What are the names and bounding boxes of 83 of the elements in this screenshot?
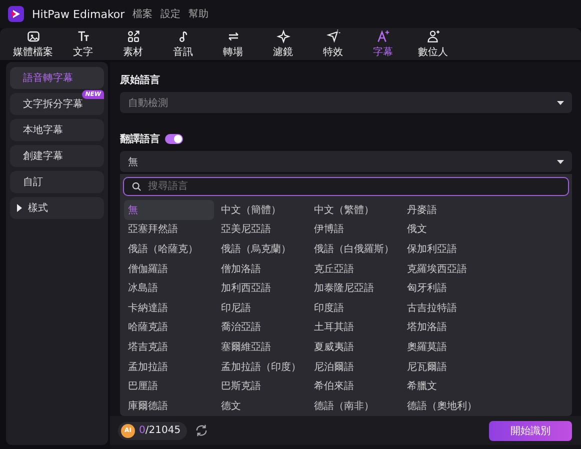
language-option[interactable]: 古吉拉特語	[403, 298, 493, 318]
language-option[interactable]: 俄語（白俄羅斯）	[310, 239, 400, 259]
sidebar-group[interactable]: 樣式	[10, 197, 104, 219]
language-option[interactable]: 塔加洛語	[403, 318, 493, 338]
language-option[interactable]: 加利西亞語	[217, 278, 307, 298]
language-option[interactable]: 德語（南非）	[310, 396, 400, 416]
sparkle-icon	[276, 29, 290, 44]
person-icon	[426, 29, 440, 44]
toolbar-tab[interactable]: 轉場	[208, 28, 258, 60]
language-option[interactable]: 伊博語	[310, 220, 400, 240]
search-icon	[132, 182, 141, 191]
sidebar-item[interactable]: 本地字幕	[10, 119, 104, 141]
toolbar-tab[interactable]: 文字	[58, 28, 108, 60]
language-option[interactable]: 僧加洛語	[217, 258, 307, 278]
menu-item[interactable]: 檔案	[132, 7, 153, 21]
language-option[interactable]: 僧伽羅語	[124, 258, 214, 278]
language-option[interactable]: 保加利亞語	[403, 239, 493, 259]
sidebar-item[interactable]: 自訂	[10, 171, 104, 193]
toolbar-tab[interactable]: 媒體檔案	[8, 28, 58, 60]
language-option[interactable]: 庫爾德語	[124, 396, 214, 416]
language-option[interactable]: 無	[124, 200, 214, 220]
language-option[interactable]: 德文	[217, 396, 307, 416]
language-option[interactable]: 希臘文	[403, 376, 493, 396]
language-option[interactable]: 印尼語	[217, 298, 307, 318]
toolbar-tab[interactable]: 特效	[308, 28, 358, 60]
language-option[interactable]: 巴斯克語	[217, 376, 307, 396]
caret-down-icon	[557, 160, 564, 164]
language-option[interactable]: 夏威夷語	[310, 337, 400, 357]
section-label: 翻譯語言	[120, 132, 160, 146]
pointer-icon	[326, 29, 340, 44]
text-icon	[76, 29, 90, 44]
language-option[interactable]: 巴厘語	[124, 376, 214, 396]
language-option[interactable]: 印度語	[310, 298, 400, 318]
language-option[interactable]: 喬治亞語	[217, 318, 307, 338]
language-option[interactable]: 克羅埃西亞語	[403, 258, 493, 278]
start-button[interactable]: 開始識別	[489, 420, 572, 440]
language-option[interactable]: 希伯來語	[310, 376, 400, 396]
target-language-dropdown[interactable]: 無	[120, 151, 572, 172]
language-option[interactable]: 塞爾維亞語	[217, 337, 307, 357]
language-option[interactable]: 哈薩克語	[124, 318, 214, 338]
language-option[interactable]: 亞塞拜然語	[124, 220, 214, 240]
language-option[interactable]: 孟加拉語（印度）	[217, 356, 307, 376]
language-option[interactable]: 冰島語	[124, 278, 214, 298]
language-option[interactable]: 俄文	[403, 220, 493, 240]
language-option[interactable]: 德語（奧地利）	[403, 396, 493, 416]
sidebar-item[interactable]: 創建字幕	[10, 145, 104, 167]
language-option[interactable]: 奧羅莫語	[403, 337, 493, 357]
language-option[interactable]: 克丘亞語	[310, 258, 400, 278]
language-option[interactable]: 卡納達語	[124, 298, 214, 318]
toolbar-tab[interactable]: 數位人	[408, 28, 458, 60]
search-field[interactable]: 搜尋語言	[123, 177, 569, 196]
language-option[interactable]: 尼瓦爾語	[403, 356, 493, 376]
language-option[interactable]: 俄語（烏克蘭）	[217, 239, 307, 259]
toolbar-tab[interactable]: 音訊	[158, 28, 208, 60]
toolbar-tab[interactable]: 濾鏡	[258, 28, 308, 60]
toolbar-tab[interactable]: 素材	[108, 28, 158, 60]
app-title: HitPaw Edimakor	[32, 8, 125, 20]
caret-down-icon	[557, 100, 564, 104]
toggle-switch[interactable]	[165, 134, 183, 144]
credits-count: 0/21045	[139, 425, 181, 436]
language-option[interactable]: 塔吉克語	[124, 337, 214, 357]
language-option[interactable]: 亞美尼亞語	[217, 220, 307, 240]
menu-item[interactable]: 幫助	[188, 7, 209, 21]
sidebar-item[interactable]: 語音轉字幕	[10, 67, 104, 89]
language-option[interactable]: 丹麥語	[403, 200, 493, 220]
toolbar-tab[interactable]: 字幕	[358, 28, 408, 60]
source-language-dropdown[interactable]: 自動檢測	[120, 92, 572, 113]
letter-a-icon	[376, 29, 390, 44]
caret-right-icon	[16, 204, 23, 212]
language-option[interactable]: 匈牙利語	[403, 278, 493, 298]
shapes-icon	[126, 29, 140, 44]
language-option[interactable]: 尼泊爾語	[310, 356, 400, 376]
language-option[interactable]: 土耳其語	[310, 318, 400, 338]
app-logo-icon	[8, 6, 24, 22]
menu-item[interactable]: 設定	[160, 7, 181, 21]
language-option[interactable]: 中文（繁體）	[310, 200, 400, 220]
language-option[interactable]: 孟加拉語	[124, 356, 214, 376]
language-option[interactable]: 俄語（哈薩克）	[124, 239, 214, 259]
refresh-icon[interactable]	[194, 424, 208, 437]
image-icon	[26, 29, 40, 44]
language-option[interactable]: 加泰隆尼亞語	[310, 278, 400, 298]
section-label: 原始語言	[120, 73, 161, 88]
language-option[interactable]: 中文（簡體）	[217, 200, 307, 220]
